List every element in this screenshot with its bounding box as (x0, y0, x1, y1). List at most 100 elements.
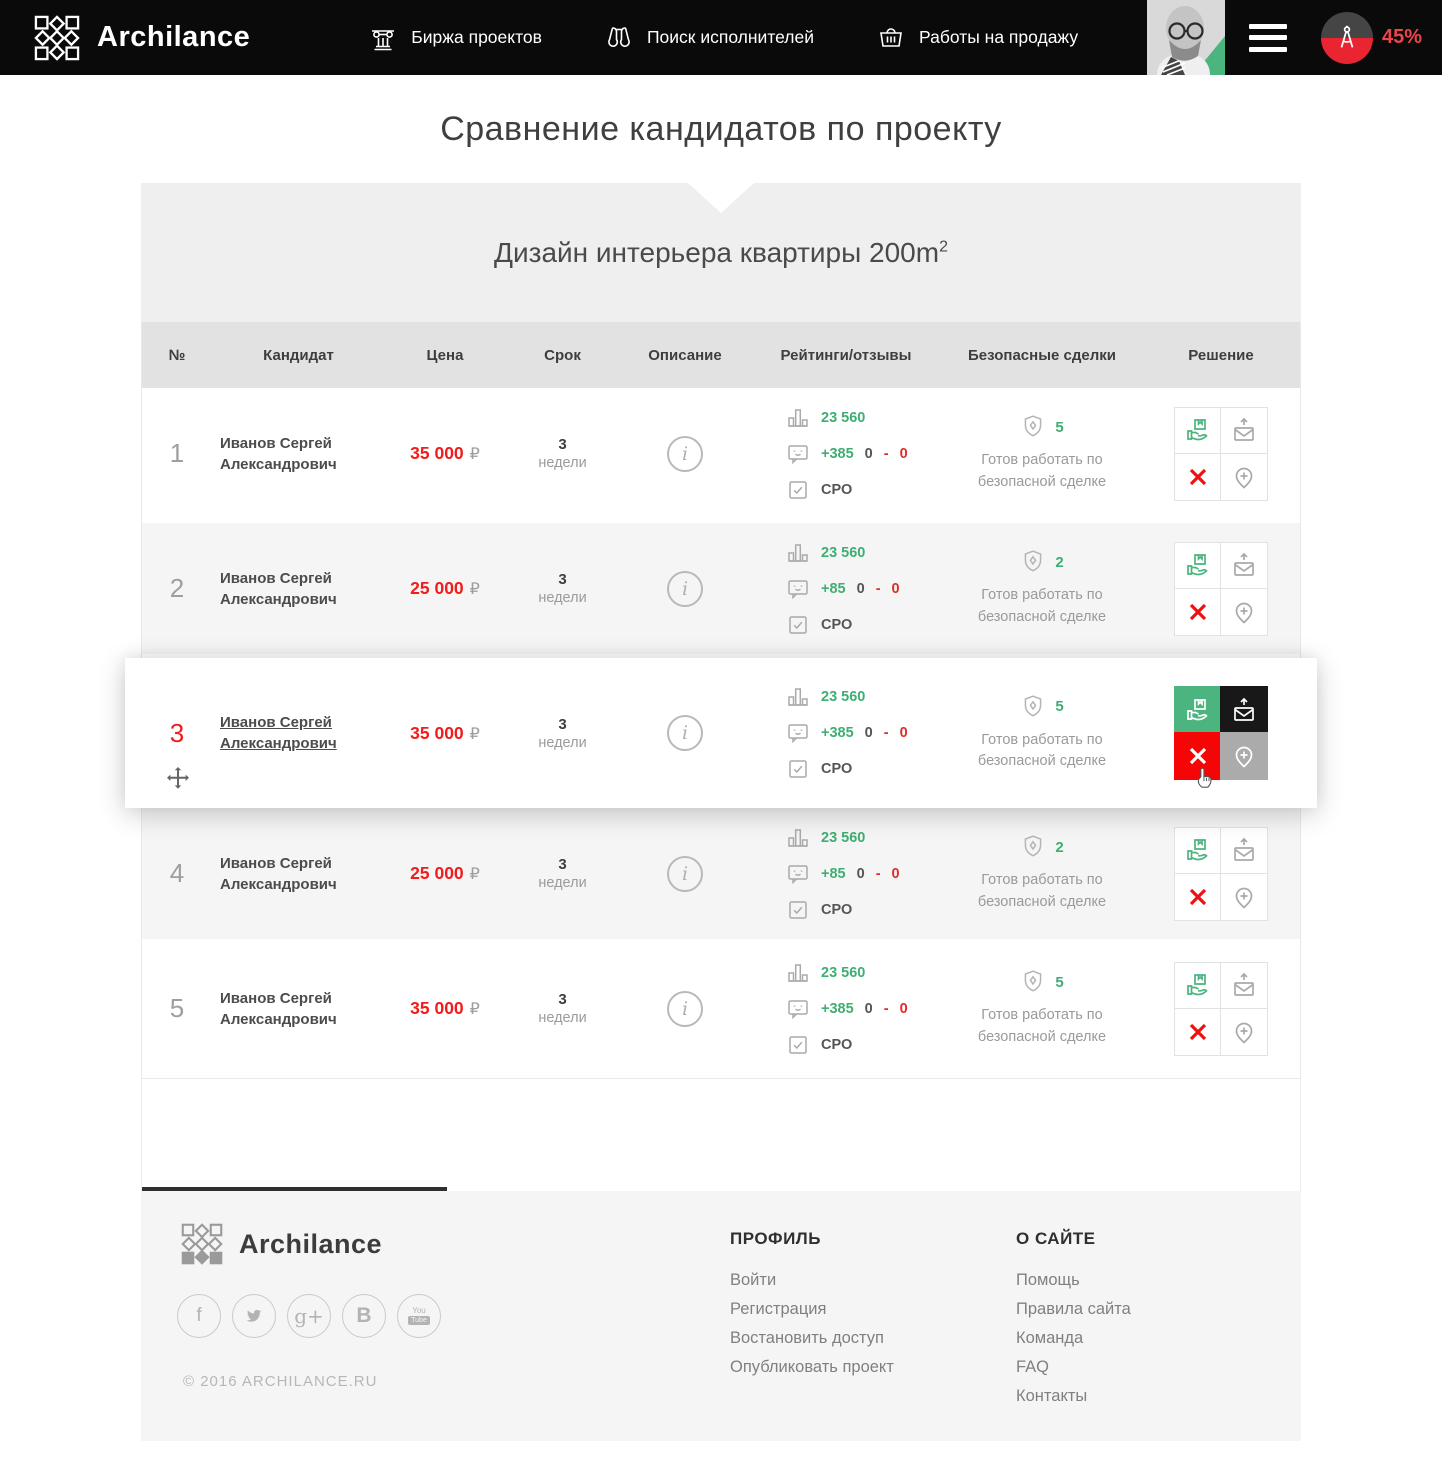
avatar[interactable] (1147, 0, 1225, 75)
term-unit: недели (538, 875, 586, 891)
reviews-neutral: 0 (857, 581, 865, 597)
reviews-neutral: 0 (857, 866, 865, 882)
close-x-icon (1185, 1019, 1211, 1045)
brand-name: Archilance (97, 21, 250, 54)
checkbox-icon (786, 1033, 810, 1057)
offer-deal-button[interactable] (1174, 962, 1221, 1009)
footer-link-publish-project[interactable]: Опубликовать проект (730, 1358, 894, 1377)
candidate-name-link[interactable]: Иванов Сергей Александрович (220, 853, 385, 895)
term-value: 3 (558, 856, 566, 873)
nav-item-project-exchange[interactable]: Биржа проектов (368, 23, 542, 53)
table-row: 1 Иванов Сергей Александрович 35 000 ₽ 3… (142, 388, 1300, 523)
add-location-button[interactable] (1220, 1008, 1268, 1056)
send-message-button[interactable] (1220, 407, 1268, 454)
offer-deal-button[interactable] (1174, 686, 1221, 733)
info-icon[interactable]: i (667, 571, 703, 607)
profile-progress-gauge[interactable] (1321, 12, 1373, 64)
footer-brand[interactable]: Archilance (181, 1223, 382, 1265)
project-title-sup: 2 (939, 238, 948, 255)
reviews-separator: - (884, 1001, 889, 1017)
send-message-button[interactable] (1220, 962, 1268, 1009)
reject-button[interactable] (1174, 873, 1221, 921)
add-location-button[interactable] (1220, 588, 1268, 636)
mail-up-arrow-icon (1231, 837, 1257, 863)
pin-plus-icon (1231, 599, 1257, 625)
col-header-description: Описание (620, 347, 750, 364)
footer-link-faq[interactable]: FAQ (1016, 1358, 1131, 1377)
footer-link-register[interactable]: Регистрация (730, 1300, 894, 1319)
rating-chart-icon (786, 685, 810, 709)
safe-deals-count: 2 (1055, 554, 1063, 571)
nav-label: Работы на продажу (919, 27, 1078, 48)
certification-label: СРО (821, 902, 852, 918)
menu-burger-icon[interactable] (1249, 24, 1287, 52)
checkbox-icon (786, 478, 810, 502)
send-message-button[interactable] (1220, 827, 1268, 874)
decision-buttons (1174, 542, 1268, 636)
ruble-symbol: ₽ (470, 724, 480, 744)
send-message-button[interactable] (1220, 686, 1268, 733)
ruble-symbol: ₽ (470, 444, 480, 464)
row-number: 2 (170, 573, 184, 604)
safe-deals-line2: безопасной сделке (978, 474, 1106, 490)
add-location-button[interactable] (1220, 732, 1268, 780)
google-plus-icon[interactable]: g+ (287, 1294, 331, 1338)
certification-label: СРО (821, 1037, 852, 1053)
facebook-letter: f (196, 1305, 201, 1327)
candidate-name-link[interactable]: Иванов Сергей Александрович (220, 433, 385, 475)
behance-icon[interactable]: B (342, 1294, 386, 1338)
safe-deals-line1: Готов работать по (981, 587, 1102, 603)
candidate-name-link[interactable]: Иванов Сергей Александрович (220, 988, 385, 1030)
add-location-button[interactable] (1220, 453, 1268, 501)
reviews-bubble-icon (786, 442, 810, 466)
decision-buttons (1174, 827, 1268, 921)
candidate-name-link[interactable]: Иванов Сергей Александрович (220, 712, 385, 754)
rating-chart-icon (786, 961, 810, 985)
reviews-bubble-icon (786, 997, 810, 1021)
nav-item-works-for-sale[interactable]: Работы на продажу (876, 23, 1078, 53)
info-icon[interactable]: i (667, 991, 703, 1027)
shield-icon (1020, 549, 1046, 575)
footer-link-site-rules[interactable]: Правила сайта (1016, 1300, 1131, 1319)
reject-button[interactable] (1174, 453, 1221, 501)
footer-link-help[interactable]: Помощь (1016, 1271, 1131, 1290)
page-content: Сравнение кандидатов по проекту Дизайн и… (141, 75, 1301, 1191)
offer-deal-button[interactable] (1174, 827, 1221, 874)
footer-column-title: О САЙТЕ (1016, 1229, 1131, 1249)
footer-column-title: ПРОФИЛЬ (730, 1229, 894, 1249)
term-unit: недели (538, 455, 586, 471)
reviews-positive: +385 (821, 725, 854, 741)
decision-buttons (1174, 407, 1268, 501)
reviews-negative: 0 (900, 725, 908, 741)
reviews-positive: +85 (821, 866, 846, 882)
footer-link-restore-access[interactable]: Востановить доступ (730, 1329, 894, 1348)
price-value: 25 000 (410, 578, 464, 599)
shield-icon (1020, 834, 1046, 860)
reviews-bubble-icon (786, 862, 810, 886)
header-right-cluster: 45% (1147, 0, 1428, 75)
offer-deal-button[interactable] (1174, 407, 1221, 454)
main-nav: Биржа проектов Поиск исполнителей Работы… (368, 23, 1078, 53)
reject-button[interactable] (1174, 1008, 1221, 1056)
info-icon[interactable]: i (667, 856, 703, 892)
facebook-icon[interactable]: f (177, 1294, 221, 1338)
nav-item-find-performers[interactable]: Поиск исполнителей (604, 23, 814, 53)
archilance-logo-icon (34, 15, 80, 61)
offer-deal-button[interactable] (1174, 542, 1221, 589)
footer-link-login[interactable]: Войти (730, 1271, 894, 1290)
info-icon[interactable]: i (667, 436, 703, 472)
footer-link-team[interactable]: Команда (1016, 1329, 1131, 1348)
reject-button[interactable] (1174, 588, 1221, 636)
youtube-icon[interactable]: You Tube (397, 1294, 441, 1338)
footer-link-contacts[interactable]: Контакты (1016, 1387, 1131, 1406)
brand[interactable]: Archilance (34, 15, 250, 61)
add-location-button[interactable] (1220, 873, 1268, 921)
drag-move-icon[interactable] (165, 766, 191, 792)
safe-deals-line1: Готов работать по (981, 1007, 1102, 1023)
reject-button[interactable] (1174, 732, 1221, 780)
twitter-icon[interactable] (232, 1294, 276, 1338)
term-unit: недели (538, 1010, 586, 1026)
send-message-button[interactable] (1220, 542, 1268, 589)
candidate-name-link[interactable]: Иванов Сергей Александрович (220, 568, 385, 610)
info-icon[interactable]: i (667, 715, 703, 751)
